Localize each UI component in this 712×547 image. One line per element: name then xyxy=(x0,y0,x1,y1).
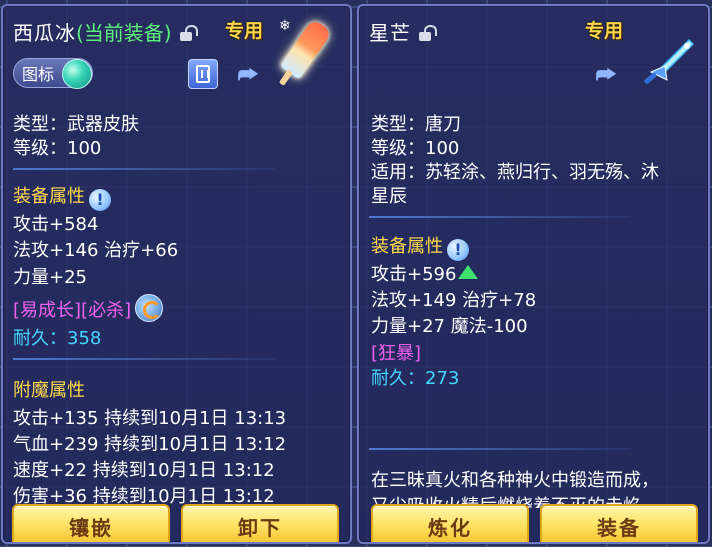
equipped-label: (当前装备) xyxy=(76,20,172,45)
blade-weapon-icon xyxy=(644,38,695,84)
level-line: 等级：100 xyxy=(13,138,102,159)
special-tags: [易成长][必杀] xyxy=(13,294,164,322)
base-attr-header: 装备属性! xyxy=(13,182,111,211)
divider xyxy=(369,448,631,450)
refine-button[interactable]: 炼化 xyxy=(371,504,529,542)
suitable-line: 适用：苏轻涂、燕归行、羽无殇、沐 xyxy=(371,162,659,183)
attr-line: 法攻+149 治疗+78 xyxy=(371,290,537,311)
share-button[interactable]: ⮫ xyxy=(233,61,263,91)
inlay-button[interactable]: 镶嵌 xyxy=(12,504,170,542)
attr-line: 攻击+596 xyxy=(371,260,479,286)
icon-toggle-chip[interactable]: 图标 xyxy=(13,58,93,89)
info-icon xyxy=(196,65,210,83)
attr-line: 力量+27 魔法-100 xyxy=(371,316,528,337)
orb-icon xyxy=(62,59,92,89)
share-button[interactable]: ⮫ xyxy=(591,61,621,91)
divider xyxy=(13,358,275,360)
equip-button[interactable]: 装备 xyxy=(540,504,698,542)
description-line: 在三昧真火和各种神火中锻造而成， xyxy=(371,470,659,491)
attr-line: 法攻+146 治疗+66 xyxy=(13,240,179,261)
enchant-line: 气血+239 持续到10月1日 13:12 xyxy=(13,434,287,455)
icon-chip-label: 图标 xyxy=(22,65,55,84)
growth-swirl-icon[interactable] xyxy=(135,294,164,322)
exclusive-label: 专用 xyxy=(225,20,264,42)
item-title-row: 西瓜冰 (当前装备) xyxy=(13,18,194,45)
type-line: 类型：唐刀 xyxy=(371,114,461,135)
enchant-line: 速度+22 持续到10月1日 13:12 xyxy=(13,460,275,481)
item-name: 西瓜冰 xyxy=(13,20,76,45)
base-attr-header: 装备属性! xyxy=(371,232,469,261)
attr-info-icon[interactable]: ! xyxy=(89,189,111,211)
special-tags: [狂暴] xyxy=(371,343,422,364)
compare-item-panel: 星芒 专用 ⮫ 类型：唐刀 等级：100 适用：苏轻涂、燕归行、羽无殇、沐 星辰… xyxy=(357,4,710,544)
exclusive-label: 专用 xyxy=(585,20,624,42)
up-arrow-icon xyxy=(458,265,479,279)
lock-icon[interactable] xyxy=(419,25,433,41)
attr-line: 力量+25 xyxy=(13,267,87,288)
enchant-header: 附魔属性 xyxy=(13,380,85,401)
popsicle-weapon-icon: ❄ xyxy=(275,18,337,80)
lock-icon[interactable] xyxy=(179,25,194,41)
enchant-line: 攻击+135 持续到10月1日 13:13 xyxy=(13,408,287,429)
unequip-button[interactable]: 卸下 xyxy=(181,504,339,542)
durability: 耐久：358 xyxy=(13,328,102,349)
sparkle-icon: ❄ xyxy=(279,18,291,34)
share-icon: ⮫ xyxy=(595,63,617,88)
suitable-line-cont: 星辰 xyxy=(371,186,407,207)
type-line: 类型：武器皮肤 xyxy=(13,114,139,135)
item-title-row: 星芒 xyxy=(369,18,433,45)
item-name: 星芒 xyxy=(369,20,411,45)
attr-line: 攻击+584 xyxy=(13,214,99,235)
equipped-item-panel: 西瓜冰 (当前装备) 专用 ❄ 图标 ⮫ 类型：武器皮肤 等级：100 装备属性… xyxy=(1,4,352,544)
divider xyxy=(369,216,631,218)
share-icon: ⮫ xyxy=(237,63,259,88)
info-button[interactable] xyxy=(188,59,218,89)
divider xyxy=(13,168,275,170)
level-line: 等级：100 xyxy=(371,138,460,159)
attr-info-icon[interactable]: ! xyxy=(447,239,469,261)
durability: 耐久：273 xyxy=(371,368,460,389)
